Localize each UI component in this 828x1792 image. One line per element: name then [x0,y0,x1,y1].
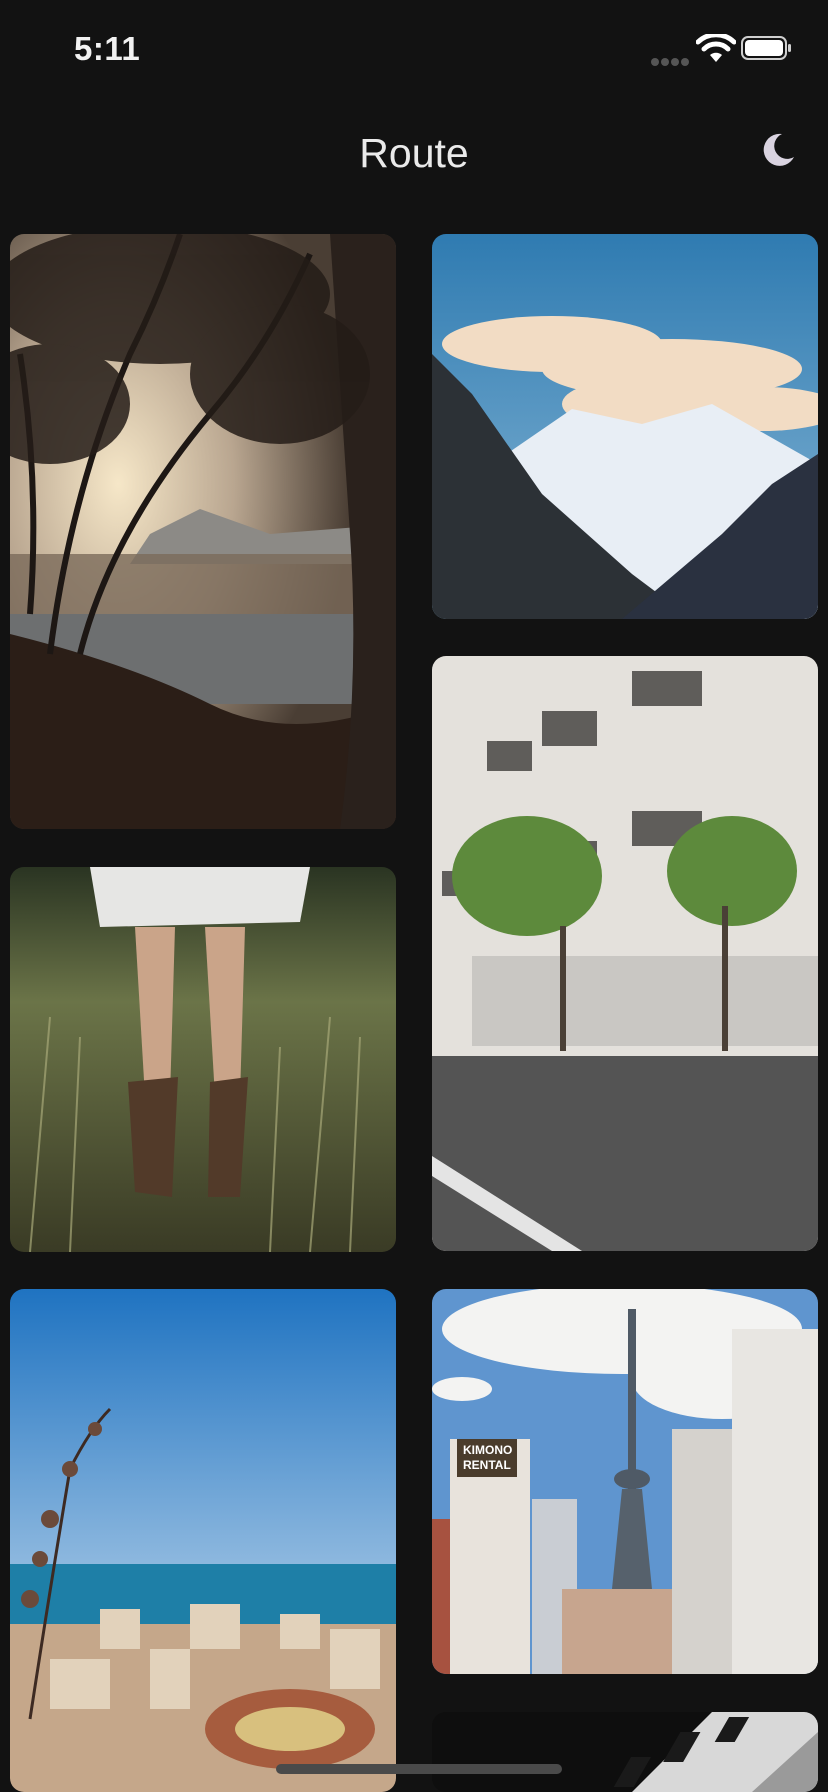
wifi-icon [696,34,736,62]
photo-legs-grass[interactable] [10,867,396,1252]
cellular-signal-icon [651,53,691,71]
photo-forest-lake[interactable] [10,234,396,829]
kimono-sign-text: KIMONO [463,1443,512,1457]
moon-icon[interactable] [758,130,798,170]
rental-sign-text: RENTAL [463,1458,511,1472]
page-title: Route [359,130,469,176]
photo-snow-mountain[interactable] [432,234,818,619]
battery-icon [741,36,791,60]
navigation-bar: Route [0,100,828,205]
home-indicator[interactable] [276,1764,562,1774]
photo-white-building[interactable] [432,656,818,1251]
status-bar: 5:11 [0,0,828,100]
photo-tokyo-skytree[interactable]: KIMONO RENTAL [432,1289,818,1674]
status-time: 5:11 [74,30,141,67]
photo-coastal-city[interactable] [10,1289,396,1792]
photo-bw-architecture[interactable] [432,1712,818,1792]
